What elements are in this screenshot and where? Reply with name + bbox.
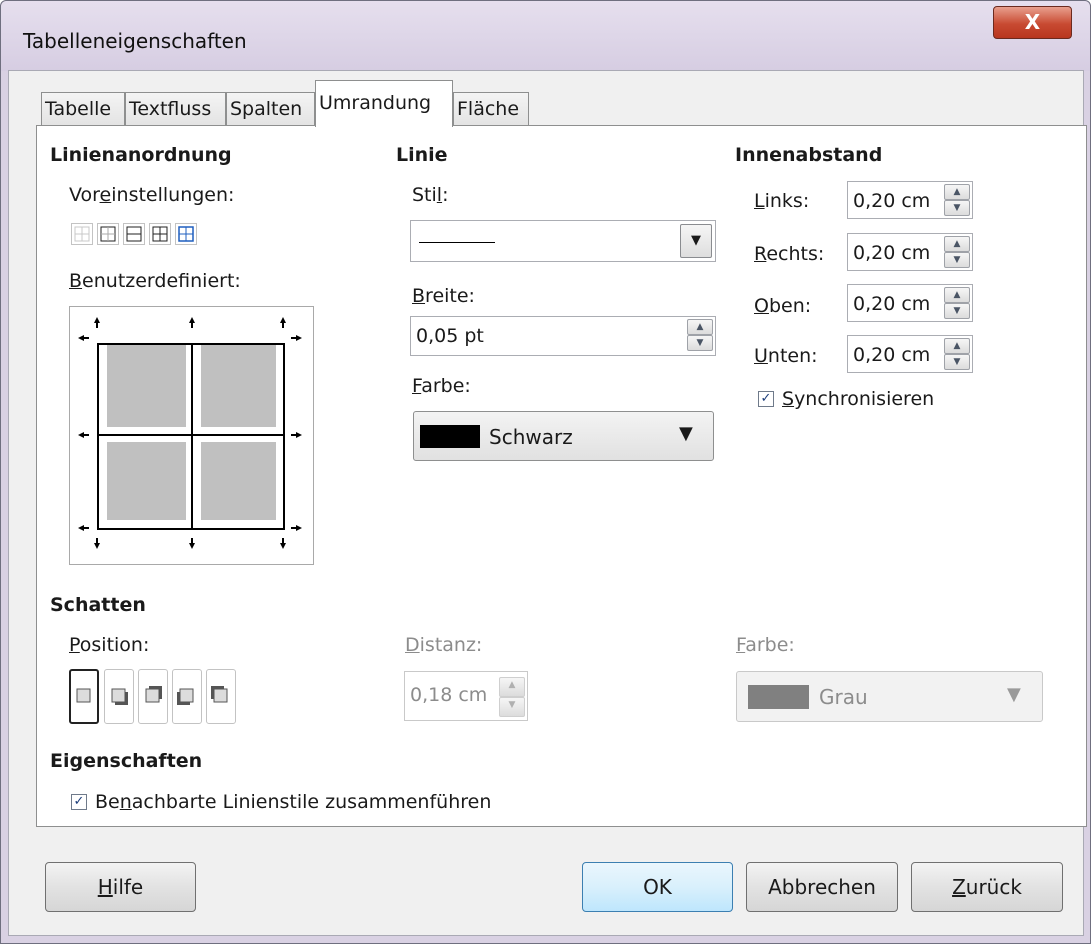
chevron-down-icon: ▼ <box>679 423 693 444</box>
shadow-position-label: Position: <box>69 634 150 656</box>
help-button[interactable]: Hilfe <box>45 862 196 912</box>
spin-down-icon[interactable]: ▼ <box>944 252 970 268</box>
padding-bottom-label: Unten: <box>754 345 818 367</box>
style-label: Stil: <box>412 184 449 206</box>
spin-down-icon[interactable]: ▼ <box>944 200 970 216</box>
title-bar: Tabelleneigenschaften <box>1 1 1090 71</box>
padding-top-value: 0,20 cm <box>853 293 931 315</box>
preset-outer-all-inner-button[interactable] <box>175 223 197 245</box>
tab-textfluss[interactable]: Textfluss <box>125 92 226 126</box>
ok-button[interactable]: OK <box>582 862 733 912</box>
line-color-value: Schwarz <box>489 425 573 449</box>
synchronize-checkbox[interactable]: ✓ <box>758 391 774 407</box>
padding-left-spinfield[interactable]: 0,20 cm ▲ ▼ <box>847 181 973 219</box>
preset-outer-border-button[interactable] <box>97 223 119 245</box>
reset-button[interactable]: Zurück <box>911 862 1063 912</box>
padding-top-label: Oben: <box>754 295 812 317</box>
shadow-none-button[interactable] <box>69 669 99 724</box>
preset-none-icon <box>74 226 90 242</box>
tab-umrandung[interactable]: Umrandung <box>315 80 453 127</box>
spin-up-icon[interactable]: ▲ <box>944 236 970 252</box>
padding-right-value: 0,20 cm <box>853 242 931 264</box>
line-width-value: 0,05 pt <box>416 325 484 347</box>
line-color-button[interactable]: Schwarz ▼ <box>413 411 714 461</box>
preset-outer-icon <box>100 226 116 242</box>
shadow-bottom-right-icon <box>111 688 128 705</box>
shadow-distance-spinfield[interactable]: 0,18 cm ▲ ▼ <box>404 671 528 721</box>
spin-down-icon[interactable]: ▼ <box>944 303 970 319</box>
tab-spalten[interactable]: Spalten <box>226 92 315 126</box>
shadow-top-left-icon <box>211 686 228 703</box>
padding-left-value: 0,20 cm <box>853 190 931 212</box>
preset-all-icon <box>152 226 168 242</box>
line-heading: Linie <box>396 144 448 166</box>
padding-heading: Innenabstand <box>735 144 883 166</box>
preview-cell <box>107 345 186 427</box>
color-swatch-icon <box>748 685 809 709</box>
tab-flaeche[interactable]: Fläche <box>453 92 529 126</box>
preset-outer-inner-icon <box>178 226 194 242</box>
spin-down-icon[interactable]: ▼ <box>944 354 970 370</box>
shadow-color-button[interactable]: Grau ▼ <box>736 671 1043 722</box>
line-style-sample <box>419 242 495 243</box>
spin-up-icon[interactable]: ▲ <box>944 184 970 200</box>
preset-all-borders-button[interactable] <box>149 223 171 245</box>
chevron-down-icon[interactable]: ▼ <box>680 224 712 258</box>
color-swatch-icon <box>420 425 480 448</box>
chevron-down-icon: ▼ <box>1007 684 1021 705</box>
shadow-top-left-button[interactable] <box>206 669 236 724</box>
spin-down-icon[interactable]: ▼ <box>687 335 713 351</box>
tab-tabelle[interactable]: Tabelle <box>41 92 125 126</box>
shadow-none-icon <box>76 688 91 703</box>
preview-cell <box>201 345 276 427</box>
dialog-title: Tabelleneigenschaften <box>23 29 247 53</box>
shadow-color-value: Grau <box>819 685 868 709</box>
cancel-button[interactable]: Abbrechen <box>746 862 898 912</box>
merge-line-styles-checkbox[interactable]: ✓ <box>71 794 87 810</box>
shadow-top-right-icon <box>145 686 162 703</box>
line-width-spinfield[interactable]: 0,05 pt ▲ ▼ <box>410 316 716 356</box>
shadow-bottom-right-button[interactable] <box>104 669 134 724</box>
preview-cell <box>201 442 276 520</box>
synchronize-label: Synchronisieren <box>782 388 935 410</box>
padding-bottom-spinfield[interactable]: 0,20 cm ▲ ▼ <box>847 335 973 373</box>
padding-left-label: Links: <box>754 190 810 212</box>
spin-up-icon[interactable]: ▲ <box>499 677 525 697</box>
preview-cell <box>107 442 186 520</box>
merge-line-styles-label: Benachbarte Linienstile zusammenführen <box>95 791 492 813</box>
spin-up-icon[interactable]: ▲ <box>944 287 970 303</box>
shadow-top-right-button[interactable] <box>138 669 168 724</box>
spin-up-icon[interactable]: ▲ <box>944 338 970 354</box>
width-label: Breite: <box>412 285 475 307</box>
shadow-distance-label: Distanz: <box>405 634 483 656</box>
spin-down-icon[interactable]: ▼ <box>499 697 525 717</box>
preset-outer-horizontal-icon <box>126 226 142 242</box>
preset-outer-horizontal-button[interactable] <box>123 223 145 245</box>
properties-heading: Eigenschaften <box>50 750 203 772</box>
padding-right-label: Rechts: <box>754 243 825 265</box>
shadow-distance-value: 0,18 cm <box>410 684 488 706</box>
line-arrangement-heading: Linienanordnung <box>50 144 232 166</box>
spin-up-icon[interactable]: ▲ <box>687 319 713 335</box>
line-style-combobox[interactable]: ▼ <box>410 220 716 262</box>
shadow-bottom-left-button[interactable] <box>172 669 202 724</box>
border-preview[interactable] <box>69 306 314 565</box>
shadow-heading: Schatten <box>50 594 146 616</box>
custom-label: Benutzerdefiniert: <box>69 270 241 292</box>
line-color-label: Farbe: <box>412 375 471 397</box>
presets-label: Voreinstellungen: <box>69 184 235 206</box>
padding-top-spinfield[interactable]: 0,20 cm ▲ ▼ <box>847 284 973 322</box>
close-button[interactable]: X <box>993 6 1072 39</box>
padding-bottom-value: 0,20 cm <box>853 344 931 366</box>
shadow-bottom-left-icon <box>177 688 194 705</box>
shadow-color-label: Farbe: <box>736 634 795 656</box>
padding-right-spinfield[interactable]: 0,20 cm ▲ ▼ <box>847 233 973 271</box>
preset-no-border-button[interactable] <box>71 223 93 245</box>
border-preview-diagram <box>78 317 302 549</box>
